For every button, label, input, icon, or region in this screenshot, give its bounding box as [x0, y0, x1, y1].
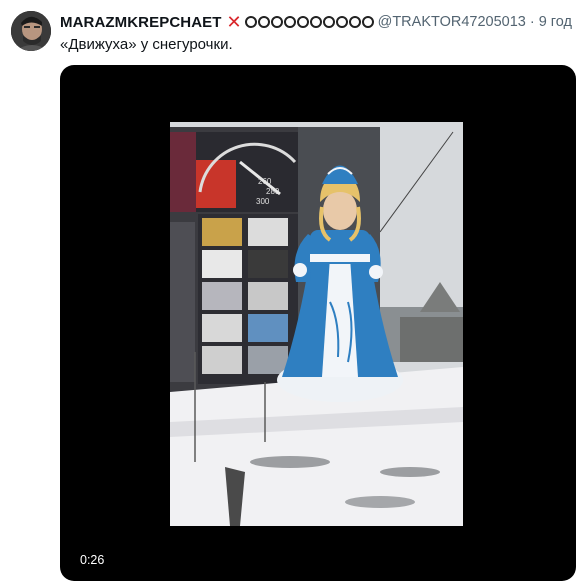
- circle-emoji-icons: [244, 15, 374, 29]
- video-duration: 0:26: [80, 553, 105, 567]
- speedo-label: 260: [258, 177, 272, 186]
- meta-separator: ·: [529, 14, 535, 30]
- tweet-header: MARAZMKREPCHAET ✕ @TRAKTOR47205013 · 9 г…: [60, 12, 572, 32]
- x-mark-icon: ✕: [226, 12, 242, 32]
- emoji-circles-icon: [244, 16, 374, 28]
- avatar-photo-icon: [11, 11, 51, 51]
- video-player[interactable]: 260 280 300 0:26: [60, 65, 576, 581]
- speedo-label: 300: [256, 197, 270, 206]
- tweet-card[interactable]: MARAZMKREPCHAET ✕ @TRAKTOR47205013 · 9 г…: [0, 0, 586, 588]
- video-thumbnail-icon: 260 280 300: [170, 122, 463, 526]
- video-frame[interactable]: 260 280 300: [170, 122, 463, 526]
- avatar[interactable]: [11, 11, 51, 51]
- tweet-text: «Движуха» у снегурочки.: [60, 36, 233, 53]
- speedo-label: 280: [266, 187, 280, 196]
- display-name[interactable]: MARAZMKREPCHAET: [60, 14, 222, 31]
- timestamp[interactable]: 9 год: [539, 14, 572, 30]
- user-handle[interactable]: @TRAKTOR47205013: [378, 14, 526, 30]
